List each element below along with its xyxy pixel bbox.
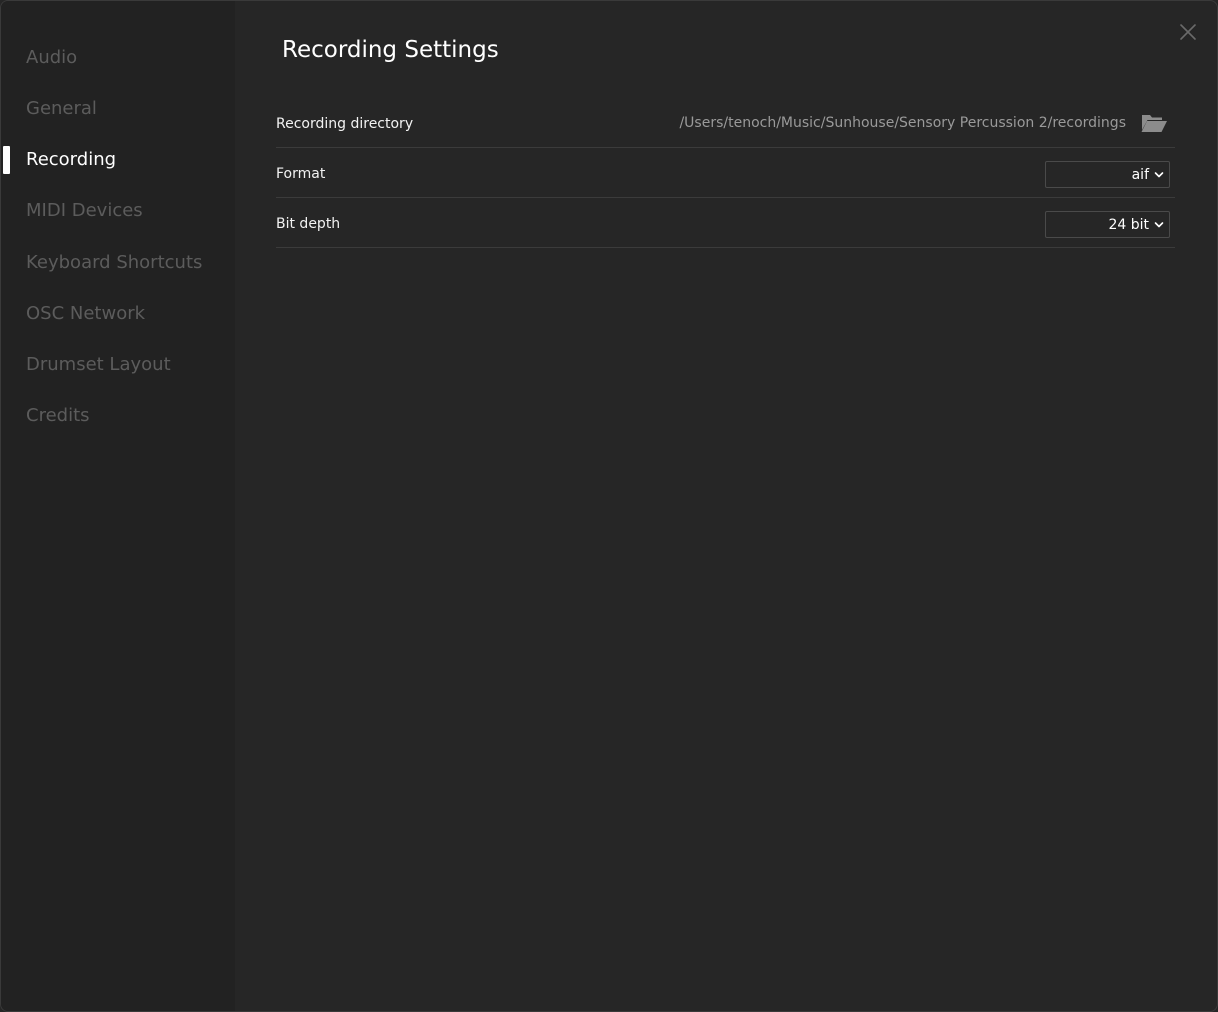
- chevron-down-icon: [1154, 222, 1164, 228]
- sidebar-item-keyboard-shortcuts[interactable]: Keyboard Shortcuts: [1, 248, 235, 278]
- recording-directory-path: /Users/tenoch/Music/Sunhouse/Sensory Per…: [679, 115, 1126, 131]
- sidebar-item-recording[interactable]: Recording: [1, 145, 235, 175]
- sidebar-item-osc-network[interactable]: OSC Network: [1, 299, 235, 329]
- folder-open-icon: [1141, 115, 1167, 132]
- recording-directory-row: Recording directory /Users/tenoch/Music/…: [276, 98, 1175, 148]
- sidebar-item-general[interactable]: General: [1, 94, 235, 124]
- bit-depth-selected-value: 24 bit: [1108, 217, 1149, 233]
- bit-depth-label: Bit depth: [276, 216, 341, 232]
- settings-window: Audio General Recording MIDI Devices Key…: [0, 0, 1218, 1012]
- recording-directory-label: Recording directory: [276, 116, 414, 132]
- page-title: Recording Settings: [282, 37, 499, 63]
- sidebar-item-midi-devices[interactable]: MIDI Devices: [1, 196, 235, 226]
- close-button[interactable]: [1177, 21, 1199, 43]
- sidebar-item-credits[interactable]: Credits: [1, 401, 235, 431]
- sidebar-item-audio[interactable]: Audio: [1, 43, 235, 73]
- format-selected-value: aif: [1131, 167, 1149, 183]
- settings-sidebar: Audio General Recording MIDI Devices Key…: [1, 1, 235, 1011]
- format-label: Format: [276, 166, 326, 182]
- close-icon: [1180, 24, 1196, 40]
- sidebar-item-drumset-layout[interactable]: Drumset Layout: [1, 350, 235, 380]
- bit-depth-select[interactable]: 24 bit: [1045, 211, 1170, 238]
- recording-settings-list: Recording directory /Users/tenoch/Music/…: [276, 98, 1175, 248]
- chevron-down-icon: [1154, 172, 1164, 178]
- format-row: Format aif: [276, 148, 1175, 198]
- format-select[interactable]: aif: [1045, 161, 1170, 188]
- browse-folder-button[interactable]: [1140, 112, 1168, 134]
- bit-depth-row: Bit depth 24 bit: [276, 198, 1175, 248]
